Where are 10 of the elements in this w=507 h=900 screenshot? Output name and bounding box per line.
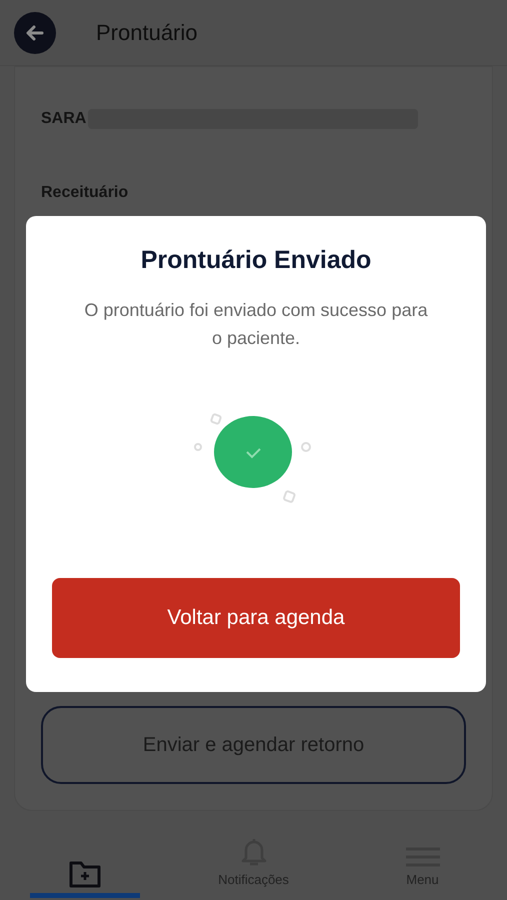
back-arrow-icon (26, 24, 44, 40)
back-button[interactable] (14, 12, 56, 54)
schedule-return-button[interactable]: Enviar e agendar retorno (41, 706, 466, 784)
folder-plus-icon (68, 859, 102, 889)
patient-name: SARA (41, 109, 86, 129)
dialog-message: O prontuário foi enviado com sucesso para o paciente. (83, 298, 429, 350)
page-title: Prontuário (96, 19, 198, 47)
back-to-schedule-button[interactable]: Voltar para agenda (52, 578, 460, 658)
section-title: Receituário (41, 183, 130, 203)
dialog-title: Prontuário Enviado (140, 245, 372, 276)
